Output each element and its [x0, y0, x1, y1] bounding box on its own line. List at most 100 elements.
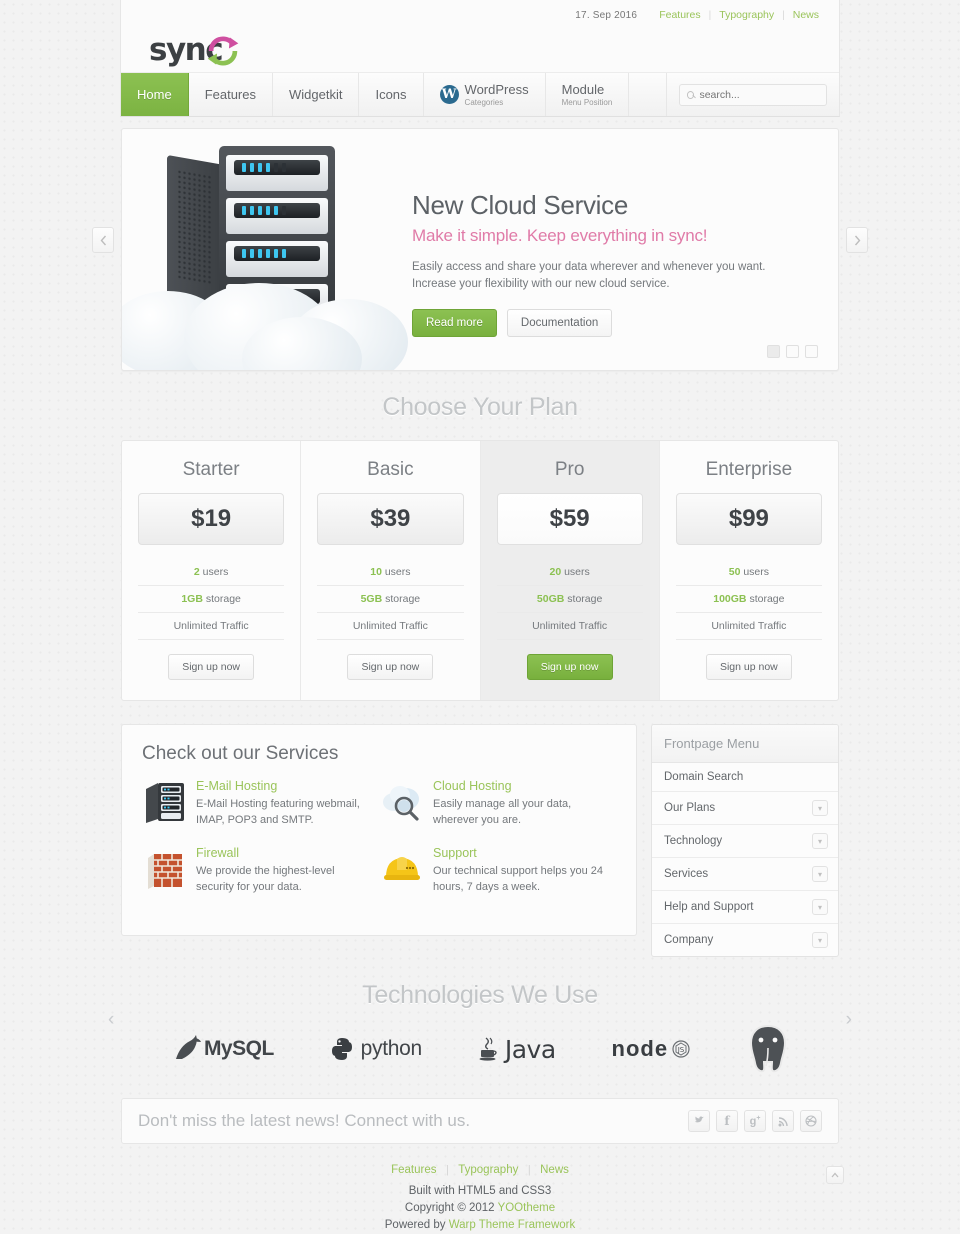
- sidebar-item-help-and-support[interactable]: Help and Support ▾: [652, 891, 838, 924]
- pricing-section: Choose Your Plan Starter $19 2 users 1GB…: [0, 393, 960, 701]
- nav-item-features[interactable]: Features: [189, 73, 273, 116]
- signup-button[interactable]: Sign up now: [705, 654, 792, 680]
- services-grid: E-Mail Hosting E-Mail Hosting featuring …: [142, 779, 616, 913]
- sidebar-item-services[interactable]: Services ▾: [652, 858, 838, 891]
- server-bay: [226, 241, 328, 277]
- technologies-section: Technologies We Use ‹ › MySQL python Jav…: [100, 981, 860, 1088]
- footer-copyright: Copyright © 2012 YOOtheme: [404, 1202, 556, 1214]
- service-description: E-Mail Hosting featuring webmail, IMAP, …: [196, 798, 360, 826]
- search-input[interactable]: [699, 88, 819, 101]
- signup-button[interactable]: Sign up now: [526, 654, 613, 680]
- pricing-heading: Choose Your Plan: [382, 393, 578, 421]
- newsletter-bar: Don't miss the latest news! Connect with…: [121, 1098, 839, 1144]
- chevron-down-icon[interactable]: ▾: [812, 932, 828, 948]
- nav-spacer: [629, 73, 667, 116]
- service-cloud-hosting: Cloud Hosting Easily manage all your dat…: [379, 779, 616, 828]
- service-name[interactable]: Firewall: [196, 846, 369, 860]
- search-icon: [687, 90, 695, 99]
- sidebar-item-our-plans[interactable]: Our Plans ▾: [652, 792, 838, 825]
- cloud-search-icon: [379, 779, 425, 825]
- top-link-news[interactable]: News: [785, 9, 827, 21]
- dribbble-icon[interactable]: [800, 1110, 822, 1132]
- footer-link-features[interactable]: Features: [386, 1164, 441, 1176]
- rss-icon[interactable]: [772, 1110, 794, 1132]
- sidebar-item-label: Our Plans: [664, 802, 716, 814]
- tech-logo-mysql[interactable]: MySQL: [170, 1032, 274, 1066]
- newsletter-text: Don't miss the latest news! Connect with…: [138, 1111, 471, 1130]
- footer-powered-by: Powered by Warp Theme Framework: [384, 1219, 576, 1231]
- slide-dot-2[interactable]: [786, 345, 799, 358]
- slideshow-pagination: [767, 345, 818, 358]
- site-header: 17. Sep 2016 Features | Typography | New…: [120, 0, 840, 117]
- chevron-down-icon[interactable]: ▾: [812, 800, 828, 816]
- documentation-button[interactable]: Documentation: [506, 308, 613, 337]
- top-link-typography[interactable]: Typography: [711, 9, 782, 21]
- sidebar-item-label: Help and Support: [664, 901, 754, 913]
- service-name[interactable]: E-Mail Hosting: [196, 779, 369, 793]
- service-name[interactable]: Support: [433, 846, 606, 860]
- signup-button[interactable]: Sign up now: [347, 654, 434, 680]
- technologies-prev-arrow[interactable]: ‹: [108, 1009, 114, 1031]
- java-coffee-cup-icon: [478, 1036, 500, 1062]
- nav-label: Widgetkit: [289, 87, 343, 102]
- nav-item-home[interactable]: Home: [121, 73, 189, 116]
- chevron-down-icon[interactable]: ▾: [812, 866, 828, 882]
- slide-dot-1[interactable]: [767, 345, 780, 358]
- sidebar-item-technology[interactable]: Technology ▾: [652, 825, 838, 858]
- nav-item-wordpress[interactable]: W WordPress Categories: [424, 73, 546, 116]
- plan-feature-traffic: Unlimited Traffic: [317, 613, 464, 640]
- plan-price: $99: [675, 493, 822, 545]
- footer-link-news[interactable]: News: [535, 1164, 574, 1176]
- plan-price: $19: [138, 493, 285, 545]
- service-email-hosting: E-Mail Hosting E-Mail Hosting featuring …: [142, 779, 379, 828]
- back-to-top-button[interactable]: [826, 1166, 844, 1184]
- service-name[interactable]: Cloud Hosting: [433, 779, 606, 793]
- slideshow-panel: New Cloud Service Make it simple. Keep e…: [121, 128, 839, 371]
- top-link-features[interactable]: Features: [651, 9, 708, 21]
- server-bay: [226, 198, 328, 234]
- slideshow-next-arrow[interactable]: [846, 227, 868, 253]
- facebook-icon[interactable]: f: [716, 1110, 738, 1132]
- site-logo[interactable]: sync: [149, 30, 244, 70]
- google-plus-icon[interactable]: g+: [744, 1110, 766, 1132]
- nav-label: Module: [561, 82, 605, 97]
- plan-name: Basic: [367, 459, 414, 480]
- slide-subtitle: Make it simple. Keep everything in sync!: [412, 225, 708, 245]
- chevron-down-icon[interactable]: ▾: [812, 899, 828, 915]
- footer-link-typography[interactable]: Typography: [453, 1164, 523, 1176]
- search-box[interactable]: [679, 83, 827, 106]
- warp-framework-link[interactable]: Warp Theme Framework: [449, 1219, 576, 1231]
- tech-logo-java[interactable]: Java: [478, 1035, 556, 1064]
- sidebar-item-domain-search[interactable]: Domain Search: [652, 763, 838, 792]
- signup-button[interactable]: Sign up now: [168, 654, 255, 680]
- postgresql-elephant-icon: [746, 1024, 790, 1074]
- read-more-button[interactable]: Read more: [412, 308, 497, 337]
- slide-dot-3[interactable]: [805, 345, 818, 358]
- nav-item-widgetkit[interactable]: Widgetkit: [273, 73, 360, 116]
- tech-logo-label: node: [611, 1036, 669, 1061]
- tech-logo-postgresql[interactable]: [746, 1024, 790, 1074]
- nav-label: Home: [137, 87, 172, 102]
- wordpress-icon: W: [439, 85, 459, 104]
- slideshow-prev-arrow[interactable]: [92, 227, 114, 253]
- nav-sublabel: Menu Position: [561, 98, 613, 107]
- service-description: Our technical support helps you 24 hours…: [433, 865, 603, 893]
- site-footer: Features | Typography | News Built with …: [100, 1144, 860, 1234]
- twitter-icon[interactable]: [688, 1110, 710, 1132]
- chevron-right-icon: [854, 235, 860, 245]
- nav-item-module[interactable]: Module Menu Position: [546, 73, 630, 116]
- plan-feature-traffic: Unlimited Traffic: [675, 613, 822, 640]
- slide-image: [122, 129, 412, 370]
- nav-label: WordPress: [464, 81, 529, 97]
- plan-feature-users: 20 users: [496, 559, 643, 586]
- chevron-left-icon: [100, 235, 106, 245]
- chevron-down-icon[interactable]: ▾: [812, 833, 828, 849]
- nav-item-icons[interactable]: Icons: [359, 73, 424, 116]
- technologies-next-arrow[interactable]: ›: [846, 1009, 852, 1031]
- tech-logo-node[interactable]: node JS: [612, 1036, 691, 1062]
- divider: |: [527, 1164, 531, 1176]
- tech-logo-python[interactable]: python: [330, 1037, 422, 1061]
- sidebar-item-company[interactable]: Company ▾: [652, 924, 838, 956]
- sidebar-title: Frontpage Menu: [652, 725, 838, 763]
- yootheme-link[interactable]: YOOtheme: [498, 1202, 556, 1214]
